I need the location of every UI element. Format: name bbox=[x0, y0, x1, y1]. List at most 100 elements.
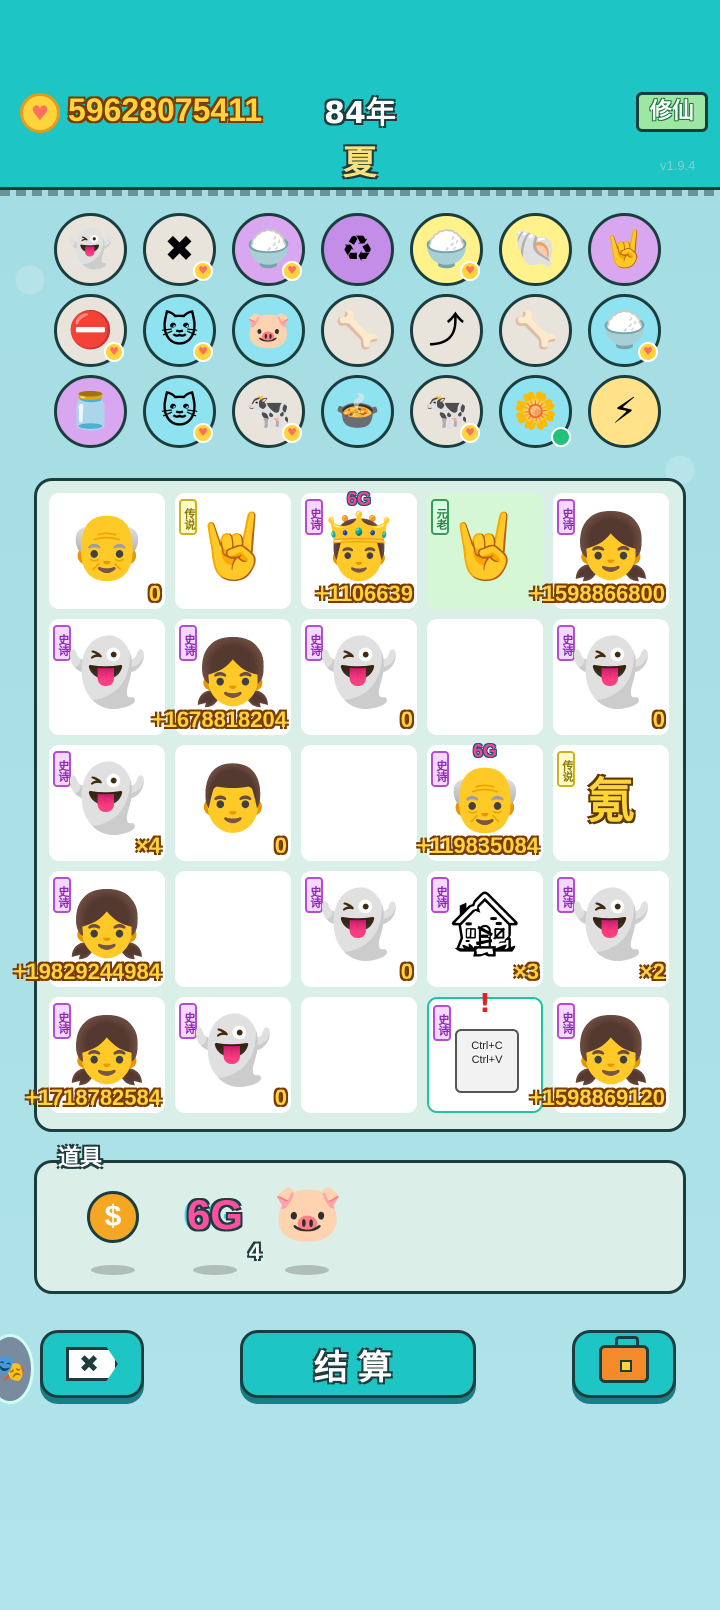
board-cell-copy-paste-card[interactable]: 史诗 Ctrl+C Ctrl+V! bbox=[427, 989, 543, 1113]
board-cell-ghost-dead[interactable]: 史诗 👻 ×2 bbox=[553, 871, 669, 987]
discard-button[interactable]: ✖ bbox=[40, 1330, 144, 1398]
board-cells: 👴 0 传说 🤘 史诗 6G 🤴 +1106639 元老 🤘 史诗 👧 +1598866800 史诗 👻 史诗… bbox=[14, 489, 669, 1113]
board-cell-girl-braids[interactable]: 史诗 👧 +1678818204 bbox=[152, 619, 291, 735]
pet-bowl-icon: 🦴 bbox=[513, 309, 558, 351]
item-slot[interactable]: ⤴ bbox=[410, 294, 483, 367]
girl-braids-icon: 👧 bbox=[571, 1014, 651, 1088]
tool-shadow bbox=[285, 1265, 329, 1275]
board-cell-old-man-glasses[interactable]: 👴 0 bbox=[49, 493, 165, 609]
cell-value: 0 bbox=[274, 833, 287, 858]
item-slot[interactable]: ⚡ bbox=[588, 375, 661, 448]
briefcase-icon bbox=[599, 1336, 649, 1383]
rock-hand-icon: 🤘 bbox=[602, 228, 647, 270]
settle-button[interactable]: 结算 bbox=[240, 1330, 476, 1398]
ghost-love-icon: 👻 bbox=[67, 636, 147, 710]
board-cell-ghost-love[interactable]: 史诗 👻 bbox=[49, 619, 165, 735]
cell-value: +119835084 bbox=[417, 833, 539, 858]
board-cell-girl-braids[interactable]: 史诗 👧 +1718782584 bbox=[26, 997, 165, 1113]
item-slot[interactable]: 🦴 bbox=[321, 294, 394, 367]
board-cell-krypton-text[interactable]: 传说氪 bbox=[553, 745, 669, 861]
item-slot[interactable]: 🐱 ♥ bbox=[143, 294, 216, 367]
board-cell-haunted-house[interactable]: 史诗 🏚 ×3 bbox=[427, 871, 543, 987]
rarity-tag: 史诗 bbox=[433, 1005, 451, 1041]
item-slot[interactable]: 🍚 ♥ bbox=[232, 213, 305, 286]
season-label: 夏 bbox=[343, 143, 377, 183]
board-cell-rock-hand[interactable]: 传说 🤘 bbox=[175, 493, 291, 609]
lightning-icon: ⚡ bbox=[611, 390, 638, 432]
recycle-icon: ♻ bbox=[341, 228, 374, 270]
item-slot[interactable]: 🍲 bbox=[321, 375, 394, 448]
board-cell-rock-hand[interactable]: 元老 🤘 bbox=[427, 493, 543, 609]
cell-value: +1718782584 bbox=[25, 1085, 161, 1110]
copy-card-line: Ctrl+V bbox=[471, 1054, 503, 1066]
board-cell-empty[interactable] bbox=[301, 997, 417, 1113]
inventory-button[interactable] bbox=[572, 1330, 676, 1398]
cultivate-button[interactable]: 修仙 bbox=[636, 92, 708, 132]
ghost-dead-icon: 👻 bbox=[319, 888, 399, 962]
item-slot[interactable]: 🤘 bbox=[588, 213, 661, 286]
board-cell-girl-braids[interactable]: 史诗 👧 +1598869120 bbox=[530, 997, 669, 1113]
item-slot[interactable]: 🍚 ♥ bbox=[410, 213, 483, 286]
heart-badge-icon: ♥ bbox=[282, 423, 302, 443]
board-cell-man-face[interactable]: 👨 0 bbox=[175, 745, 291, 861]
item-slot[interactable]: 🦴 bbox=[499, 294, 572, 367]
item-slot[interactable]: ♻ bbox=[321, 213, 394, 286]
heart-badge-icon: ♥ bbox=[193, 423, 213, 443]
copy-card-line: Ctrl+C bbox=[471, 1040, 503, 1052]
alert-icon: ! bbox=[479, 989, 491, 1019]
sixg-icon: 6G bbox=[186, 1191, 244, 1238]
item-slot[interactable]: 🐄 ♥ bbox=[232, 375, 305, 448]
ghost-love-icon: 👻 bbox=[67, 762, 147, 836]
cell-value: 0 bbox=[652, 707, 665, 732]
heart-badge-icon: ♥ bbox=[282, 261, 302, 281]
close-tag-icon: ✖ bbox=[66, 1347, 118, 1381]
item-slot[interactable]: 🐚 bbox=[499, 213, 572, 286]
item-slot[interactable]: 🐄 ♥ bbox=[410, 375, 483, 448]
board-cell-ghost-dead[interactable]: 史诗 👻 0 bbox=[301, 619, 417, 735]
item-slot[interactable]: 👻 bbox=[54, 213, 127, 286]
item-slot[interactable]: 🐱 ♥ bbox=[143, 375, 216, 448]
year-label: 84年 bbox=[324, 96, 396, 131]
board-cell-old-man-sad[interactable]: 史诗 6G 👴 +119835084 bbox=[417, 741, 543, 861]
tools-label: 道具 bbox=[58, 1146, 103, 1171]
item-slot[interactable]: 🍚 ♥ bbox=[588, 294, 661, 367]
cell-value: +1598866800 bbox=[529, 581, 665, 606]
board-cell-girl-braids[interactable]: 史诗 👧 +19829244984 bbox=[14, 871, 165, 987]
cat-icon: 🐱 bbox=[160, 390, 199, 432]
coin-tool[interactable]: $ bbox=[73, 1179, 153, 1275]
piggy-bank-icon: 🐷 bbox=[273, 1181, 343, 1246]
haunted-house-icon: 🏚 bbox=[444, 888, 526, 962]
cell-value: +1598869120 bbox=[529, 1085, 665, 1110]
girl-braids-icon: 👧 bbox=[193, 636, 273, 710]
board-cell-empty[interactable] bbox=[301, 745, 417, 861]
close-tag-icon: ✖ bbox=[164, 228, 195, 270]
board-cell-empty[interactable] bbox=[427, 619, 543, 735]
king-glasses-icon: 🤴 bbox=[319, 510, 399, 584]
board-cell-ghost-dead[interactable]: 史诗 👻 0 bbox=[175, 997, 291, 1113]
game-board: 👴 0 传说 🤘 史诗 6G 🤴 +1106639 元老 🤘 史诗 👧 +1598866800 史诗 👻 史诗… bbox=[14, 478, 686, 1132]
board-cell-ghost-love[interactable]: 史诗 👻 ×4 bbox=[49, 745, 165, 861]
cell-value: 0 bbox=[274, 1085, 287, 1110]
board-cell-ghost-dead[interactable]: 史诗 👻 0 bbox=[301, 871, 417, 987]
board-cell-girl-braids[interactable]: 史诗 👧 +1598866800 bbox=[530, 493, 669, 609]
old-man-glasses-icon: 👴 bbox=[67, 510, 147, 584]
cell-value: ×4 bbox=[135, 833, 161, 858]
flower-pot-icon: 🌼 bbox=[513, 390, 558, 432]
board-cell-empty[interactable] bbox=[175, 871, 291, 987]
rice-bowl-icon: 🍚 bbox=[602, 309, 647, 351]
piggy-bank-icon: 🐷 bbox=[246, 309, 291, 351]
piggy-bank-tool[interactable]: 🐷 bbox=[263, 1179, 353, 1275]
item-slot[interactable]: 🌼 bbox=[499, 375, 572, 448]
item-slot[interactable]: 🐷 bbox=[232, 294, 305, 367]
item-slot[interactable]: ⛔ ♥ bbox=[54, 294, 127, 367]
board-cell-king-glasses[interactable]: 史诗 6G 🤴 +1106639 bbox=[301, 489, 417, 609]
arrow-card-icon: ⤴ bbox=[428, 309, 465, 351]
cell-value: ×3 bbox=[513, 959, 539, 984]
girl-braids-icon: 👧 bbox=[571, 510, 651, 584]
shell-icon: 🐚 bbox=[513, 228, 558, 270]
coin-balance: 59628075411 bbox=[68, 92, 262, 128]
item-slot[interactable]: 🫙 bbox=[54, 375, 127, 448]
item-slot[interactable]: ✖ ♥ bbox=[143, 213, 216, 286]
sixg-tool[interactable]: 6G 4 bbox=[165, 1179, 265, 1275]
board-cell-ghost-dead[interactable]: 史诗 👻 0 bbox=[553, 619, 669, 735]
